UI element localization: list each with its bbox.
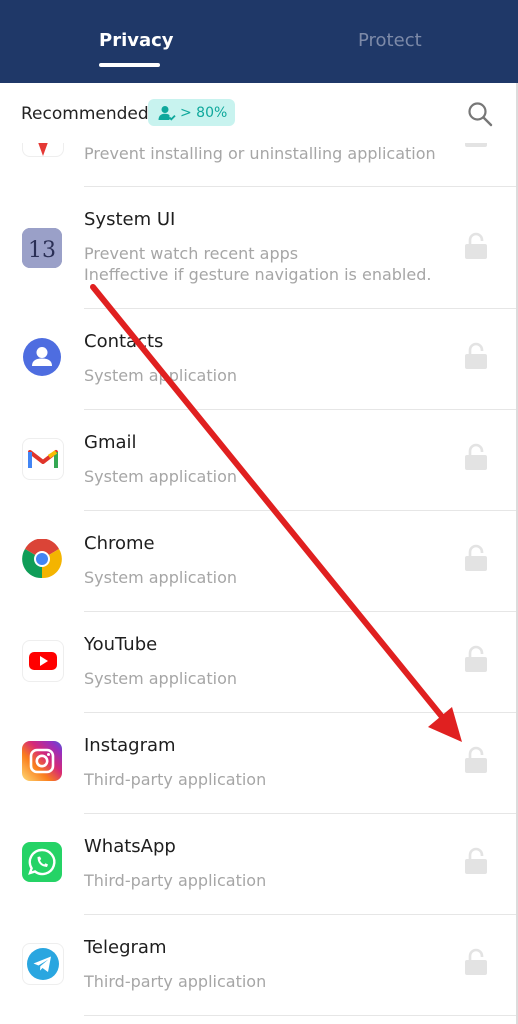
contacts-icon xyxy=(22,337,62,377)
row-divider xyxy=(84,611,518,612)
app-store-icon xyxy=(22,143,64,157)
row-divider xyxy=(84,813,518,814)
unlocked-icon[interactable] xyxy=(464,847,488,875)
gmail-icon xyxy=(22,438,64,480)
app-description: System application xyxy=(84,669,238,688)
list-item[interactable]: Telegram Third-party application xyxy=(0,914,518,1015)
recommended-label: Recommended xyxy=(21,104,149,124)
unlocked-icon[interactable] xyxy=(464,544,488,572)
tab-privacy-indicator xyxy=(99,63,160,67)
system-ui-icon: 13 xyxy=(22,228,62,268)
unlocked-icon[interactable] xyxy=(464,143,488,148)
user-check-icon xyxy=(158,105,176,121)
row-divider xyxy=(84,409,518,410)
app-description: Prevent watch recent apps xyxy=(84,244,299,263)
tab-protect[interactable]: Protect xyxy=(358,30,422,51)
row-divider xyxy=(84,186,518,187)
row-divider xyxy=(84,308,518,309)
unlocked-icon[interactable] xyxy=(464,232,488,260)
app-name: Instagram xyxy=(84,735,176,756)
unlocked-icon[interactable] xyxy=(464,645,488,673)
list-item[interactable]: Prevent installing or uninstalling appli… xyxy=(0,143,518,187)
unlocked-icon[interactable] xyxy=(464,443,488,471)
row-divider xyxy=(84,712,518,713)
list-item[interactable]: Contacts System application xyxy=(0,308,518,409)
youtube-icon xyxy=(22,640,64,682)
row-divider xyxy=(84,914,518,915)
app-description: System application xyxy=(84,467,238,486)
unlocked-icon[interactable] xyxy=(464,342,488,370)
app-name: WhatsApp xyxy=(84,836,176,857)
recommendation-badge[interactable]: > 80% xyxy=(148,99,236,126)
app-description: System application xyxy=(84,366,238,385)
app-name: Chrome xyxy=(84,533,155,554)
list-item[interactable]: Instagram Third-party application xyxy=(0,712,518,813)
whatsapp-icon xyxy=(22,842,62,882)
app-description: Prevent installing or uninstalling appli… xyxy=(84,144,436,163)
list-item[interactable]: YouTube System application xyxy=(0,611,518,712)
list-item[interactable]: WhatsApp Third-party application xyxy=(0,813,518,914)
list-item[interactable]: Chrome System application xyxy=(0,510,518,611)
list-item[interactable]: 13 System UI Prevent watch recent apps I… xyxy=(0,186,518,308)
svg-text:13: 13 xyxy=(28,238,56,263)
search-icon[interactable] xyxy=(466,100,494,128)
row-divider xyxy=(84,510,518,511)
list-item[interactable]: Gmail System application xyxy=(0,409,518,510)
recommended-header: Recommended > 80% xyxy=(0,83,518,143)
app-lock-list: Prevent installing or uninstalling appli… xyxy=(0,143,518,1024)
unlocked-icon[interactable] xyxy=(464,948,488,976)
row-divider xyxy=(84,1015,518,1016)
tab-privacy[interactable]: Privacy xyxy=(99,30,174,51)
app-description: Third-party application xyxy=(84,972,267,991)
app-name: Contacts xyxy=(84,331,164,352)
chrome-icon xyxy=(22,539,62,579)
app-name: Gmail xyxy=(84,432,137,453)
app-description: System application xyxy=(84,568,238,587)
badge-text: > 80% xyxy=(180,104,228,121)
unlocked-icon[interactable] xyxy=(464,746,488,774)
telegram-icon xyxy=(22,943,64,985)
app-name: System UI xyxy=(84,209,176,230)
app-description: Third-party application xyxy=(84,871,267,890)
instagram-icon xyxy=(22,741,62,781)
app-description-note: Ineffective if gesture navigation is ena… xyxy=(84,265,432,284)
app-description: Third-party application xyxy=(84,770,267,789)
app-name: YouTube xyxy=(84,634,158,655)
top-tab-bar: Privacy Protect xyxy=(0,0,518,83)
app-name: Telegram xyxy=(84,937,167,958)
